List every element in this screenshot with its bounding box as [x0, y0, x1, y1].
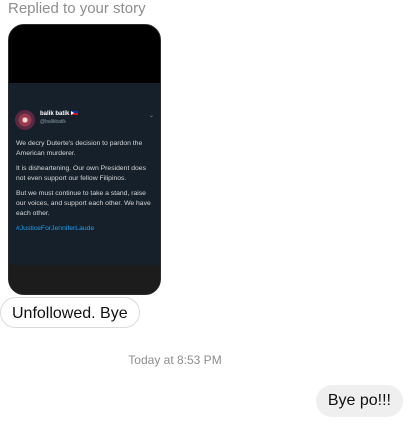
sent-message-bubble[interactable]: Bye po!!! [315, 385, 403, 417]
received-message-bubble[interactable]: Unfollowed. Bye [0, 297, 140, 328]
tweet-hashtag[interactable]: #JusticeForJenniferLaude [16, 224, 156, 234]
avatar [15, 110, 35, 130]
chevron-down-icon: ⌄ [148, 113, 154, 119]
story-top-area [9, 25, 160, 83]
tweet-paragraph: But we must continue to take a stand, ra… [16, 190, 151, 217]
tweet-paragraph: It is disheartening. Our own President d… [16, 165, 146, 182]
tweet-handle: @balikbatik [40, 119, 66, 125]
replied-to-story-label: Replied to your story [8, 0, 146, 17]
tweet-display-name-text: balik batik [40, 111, 70, 117]
tweet-body: We decry Duterte's decision to pardon th… [16, 139, 156, 239]
tweet-card: balik batik @balikbatik ⌄ We decry Duter… [9, 83, 160, 265]
message-timestamp: Today at 8:53 PM [128, 353, 222, 367]
story-bottom-area [9, 265, 160, 294]
story-reply-preview[interactable]: balik batik @balikbatik ⌄ We decry Duter… [8, 24, 161, 295]
tweet-paragraph: We decry Duterte's decision to pardon th… [16, 140, 143, 157]
philippine-flag-icon [71, 111, 79, 116]
tweet-display-name: balik batik [40, 111, 79, 117]
